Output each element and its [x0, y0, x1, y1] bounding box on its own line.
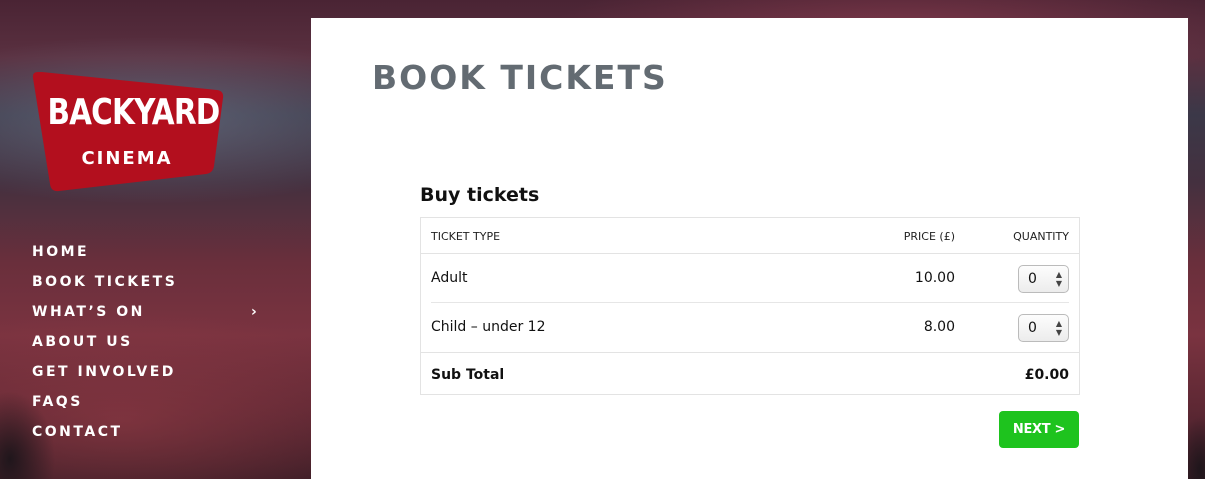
- ticket-type-name: Child – under 12: [431, 319, 546, 335]
- quantity-value: 0: [1028, 320, 1037, 336]
- section-title: Buy tickets: [420, 184, 540, 206]
- column-header-quantity: QUANTITY: [1013, 230, 1069, 243]
- select-arrows-icon: ▲ ▼: [1055, 319, 1062, 337]
- booking-panel: BOOK TICKETS Buy tickets TICKET TYPE PRI…: [311, 18, 1188, 479]
- nav-item-label: HOME: [32, 244, 90, 260]
- table-header: TICKET TYPE PRICE (£) QUANTITY: [421, 218, 1079, 254]
- chevron-right-icon[interactable]: ›: [251, 302, 257, 322]
- nav-item-label: CONTACT: [32, 424, 123, 440]
- column-header-ticket-type: TICKET TYPE: [431, 230, 501, 243]
- table-row-child: Child – under 12 8.00 0 ▲ ▼: [421, 303, 1079, 353]
- backyard-cinema-logo[interactable]: BACKYARD CINEMA: [30, 70, 224, 194]
- nav-item-book-tickets[interactable]: BOOK TICKETS: [32, 272, 272, 302]
- logo-text-cinema: CINEMA: [81, 148, 173, 169]
- select-arrows-icon: ▲ ▼: [1055, 270, 1062, 288]
- nav-item-label: GET INVOLVED: [32, 364, 176, 380]
- column-header-price: PRICE (£): [903, 230, 955, 243]
- nav-item-label: BOOK TICKETS: [32, 274, 178, 290]
- ticket-price: 8.00: [923, 319, 955, 335]
- ticket-price: 10.00: [914, 270, 955, 286]
- nav-item-about-us[interactable]: ABOUT US: [32, 332, 272, 362]
- main-navigation: HOME BOOK TICKETS WHAT’S ON › ABOUT US G…: [32, 242, 272, 452]
- adult-quantity-select[interactable]: 0 ▲ ▼: [1018, 265, 1069, 293]
- quantity-value: 0: [1028, 271, 1037, 287]
- subtotal-value: £0.00: [1024, 367, 1069, 383]
- nav-item-faqs[interactable]: FAQS: [32, 392, 272, 422]
- nav-item-contact[interactable]: CONTACT: [32, 422, 272, 452]
- subtotal-label: Sub Total: [431, 367, 505, 383]
- nav-item-label: WHAT’S ON: [32, 304, 145, 320]
- ticket-table: TICKET TYPE PRICE (£) QUANTITY Adult 10.…: [420, 217, 1080, 395]
- subtotal-row: Sub Total £0.00: [421, 353, 1079, 394]
- nav-item-home[interactable]: HOME: [32, 242, 272, 272]
- child-quantity-select[interactable]: 0 ▲ ▼: [1018, 314, 1069, 342]
- nav-item-label: FAQS: [32, 394, 83, 410]
- logo-text-backyard: BACKYARD: [47, 92, 220, 133]
- table-row-adult: Adult 10.00 0 ▲ ▼: [421, 254, 1079, 303]
- page-title: BOOK TICKETS: [372, 58, 668, 97]
- nav-item-whats-on[interactable]: WHAT’S ON ›: [32, 302, 272, 332]
- ticket-type-name: Adult: [431, 270, 468, 286]
- next-button[interactable]: NEXT >: [999, 411, 1079, 448]
- nav-item-label: ABOUT US: [32, 334, 133, 350]
- nav-item-get-involved[interactable]: GET INVOLVED: [32, 362, 272, 392]
